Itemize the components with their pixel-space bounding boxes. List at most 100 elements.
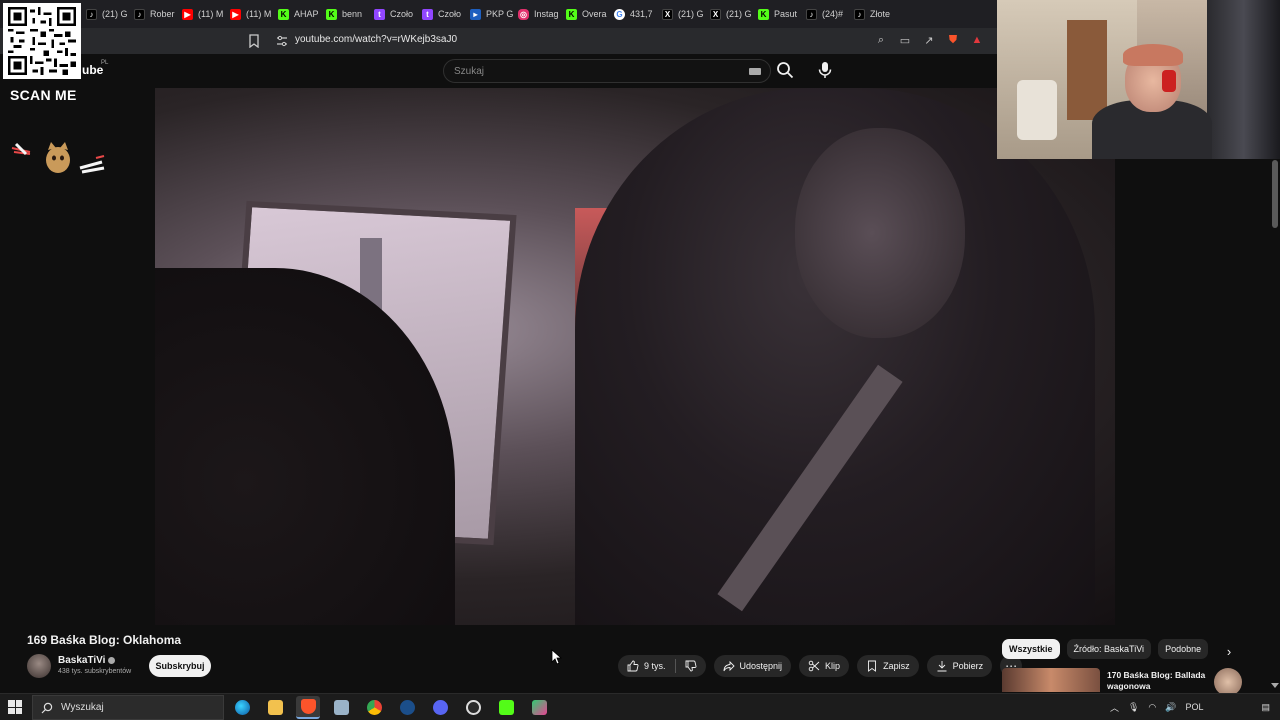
discord-app[interactable] [428,696,452,719]
kick-play-icon [498,700,514,715]
search-box [443,59,771,83]
microphone-tray-icon[interactable]: 🎙 [1128,700,1139,714]
share-button[interactable]: Udostępnij [713,655,792,677]
webcam-door [1067,20,1107,120]
network-icon[interactable]: ◠ [1148,700,1156,714]
mouse-cursor-icon [551,649,563,665]
browser-tab[interactable]: ♪ (24)# [802,2,850,26]
tab-label: Overa [582,9,607,19]
screen: ♪ (21) G ♪ Rober ▶ (11) M ▶ (11) M K AHAP Kbe… [0,0,1280,720]
channel-name[interactable]: BaskaTiVi [58,655,105,666]
browser-tab[interactable]: ♪ Rober [130,2,178,26]
tab-label: (11) M [246,9,272,19]
browser-tab[interactable]: G 431,7 [610,2,658,26]
cast-icon[interactable]: ▭ [898,33,912,47]
browser-tab[interactable]: t Czoło [370,2,418,26]
browser-tab[interactable]: K Pasut [754,2,802,26]
like-button[interactable]: 9 tys. [618,655,675,677]
volume-icon[interactable]: 🔊 [1165,700,1176,714]
zoom-icon[interactable]: ⌕ [874,33,888,47]
browser-tab[interactable]: K Overa [562,2,610,26]
bookmark-icon[interactable] [248,34,260,48]
search-input[interactable] [454,64,734,78]
browser-tab[interactable]: Kbenn [322,2,370,26]
browser-tab[interactable]: ◎ Instag [514,2,562,26]
browser-tab[interactable]: ▸ PKP G [466,2,514,26]
share-icon[interactable]: ↗ [922,33,936,47]
twitch-icon: t [374,8,385,20]
download-label: Pobierz [952,661,984,671]
browser-tab-strip: ♪ (21) G ♪ Rober ▶ (11) M ▶ (11) M K AHAP Kbe… [0,0,1000,28]
browser-tab[interactable]: ▶ (11) M [178,2,226,26]
taskbar: Wyszukaj ︿ 🎙 ◠ 🔊 POL ▤ [0,693,1280,720]
obs-app[interactable] [461,696,485,719]
download-button[interactable]: Pobierz [926,655,993,677]
steam-icon [399,700,415,715]
taskbar-search[interactable]: Wyszukaj [32,695,224,720]
chip-similar[interactable]: Podobne [1158,639,1209,659]
browser-tab[interactable]: K AHAP [274,2,322,26]
subscribe-button[interactable]: Subskrybuj [149,655,211,677]
brave-rewards-icon[interactable]: ▲ [970,33,984,47]
page-scrollbar[interactable] [1270,159,1280,689]
youtube-icon: ▶ [230,8,241,20]
file-explorer-app[interactable] [263,696,287,719]
taskbar-search-placeholder: Wyszukaj [61,702,104,713]
folder-icon [267,700,283,715]
chrome-app[interactable] [362,696,386,719]
notification-icon[interactable]: ▤ [1261,700,1270,714]
channel-avatar[interactable] [27,654,51,678]
browser-tab[interactable]: t Czoło [418,2,466,26]
media-app[interactable] [527,696,551,719]
search-icon[interactable] [775,60,795,80]
scroll-down-icon[interactable] [1271,683,1279,688]
windows-start-icon[interactable] [8,700,22,714]
browser-tab[interactable]: ♪ (21) G [82,2,130,26]
edge-app[interactable] [230,696,254,719]
tab-label: Pasut [774,9,798,19]
kick-icon: K [278,8,289,20]
clip-button[interactable]: Klip [799,655,850,677]
scrollbar-thumb[interactable] [1272,160,1278,228]
notepad-app[interactable] [329,696,353,719]
tab-label: benn [342,9,363,19]
recommendation-chips: Wszystkie Źródło: BaskaTiVi Podobne D [1002,639,1214,659]
chip-source[interactable]: Źródło: BaskaTiVi [1066,639,1152,659]
chevron-right-icon[interactable]: › [1220,642,1238,660]
url-text[interactable]: youtube.com/watch?v=rWKejb3saJ0 [295,34,457,45]
headphones-icon [1162,70,1176,92]
tab-label: Rober [150,9,175,19]
browser-tab[interactable]: X (21) G [658,2,706,26]
address-bar: youtube.com/watch?v=rWKejb3saJ0 ⌕ ▭ ↗ ⛊ … [0,28,1000,54]
recommendation-title[interactable]: 170 Baśka Blog: Ballada wagonowa [1107,670,1217,692]
save-label: Zapisz [883,661,910,671]
clip-label: Klip [825,661,841,671]
chevron-up-icon[interactable]: ︿ [1110,700,1119,714]
recommendation-thumbnail[interactable] [1002,668,1100,692]
channel-name-row[interactable]: BaskaTiVi [58,655,116,666]
discord-icon [432,700,448,715]
brave-app[interactable] [296,696,320,719]
browser-tab[interactable]: ♪ Złote [850,2,898,26]
scan-me-label: SCAN ME [10,87,77,103]
save-button[interactable]: Zapisz [857,655,919,677]
site-settings-icon[interactable] [276,35,288,47]
chip-all[interactable]: Wszystkie [1002,639,1060,659]
clock-area[interactable] [1212,700,1252,714]
kick-icon: K [566,8,577,20]
language-indicator[interactable]: POL [1185,700,1203,714]
video-player[interactable] [155,88,1115,625]
tab-label: (21) G [102,9,128,19]
brave-shields-icon[interactable]: ⛊ [946,33,960,47]
microphone-icon[interactable] [815,60,835,80]
kick-app[interactable] [494,696,518,719]
kick-icon: K [758,8,769,20]
obs-icon [465,700,481,715]
browser-tab[interactable]: ▶ (11) M [226,2,274,26]
steam-app[interactable] [395,696,419,719]
tab-label: (21) G [678,9,704,19]
keyboard-icon[interactable] [749,68,761,75]
browser-tab[interactable]: X (21) G [706,2,754,26]
dislike-button[interactable] [676,655,706,677]
streamer-webcam [997,0,1280,159]
